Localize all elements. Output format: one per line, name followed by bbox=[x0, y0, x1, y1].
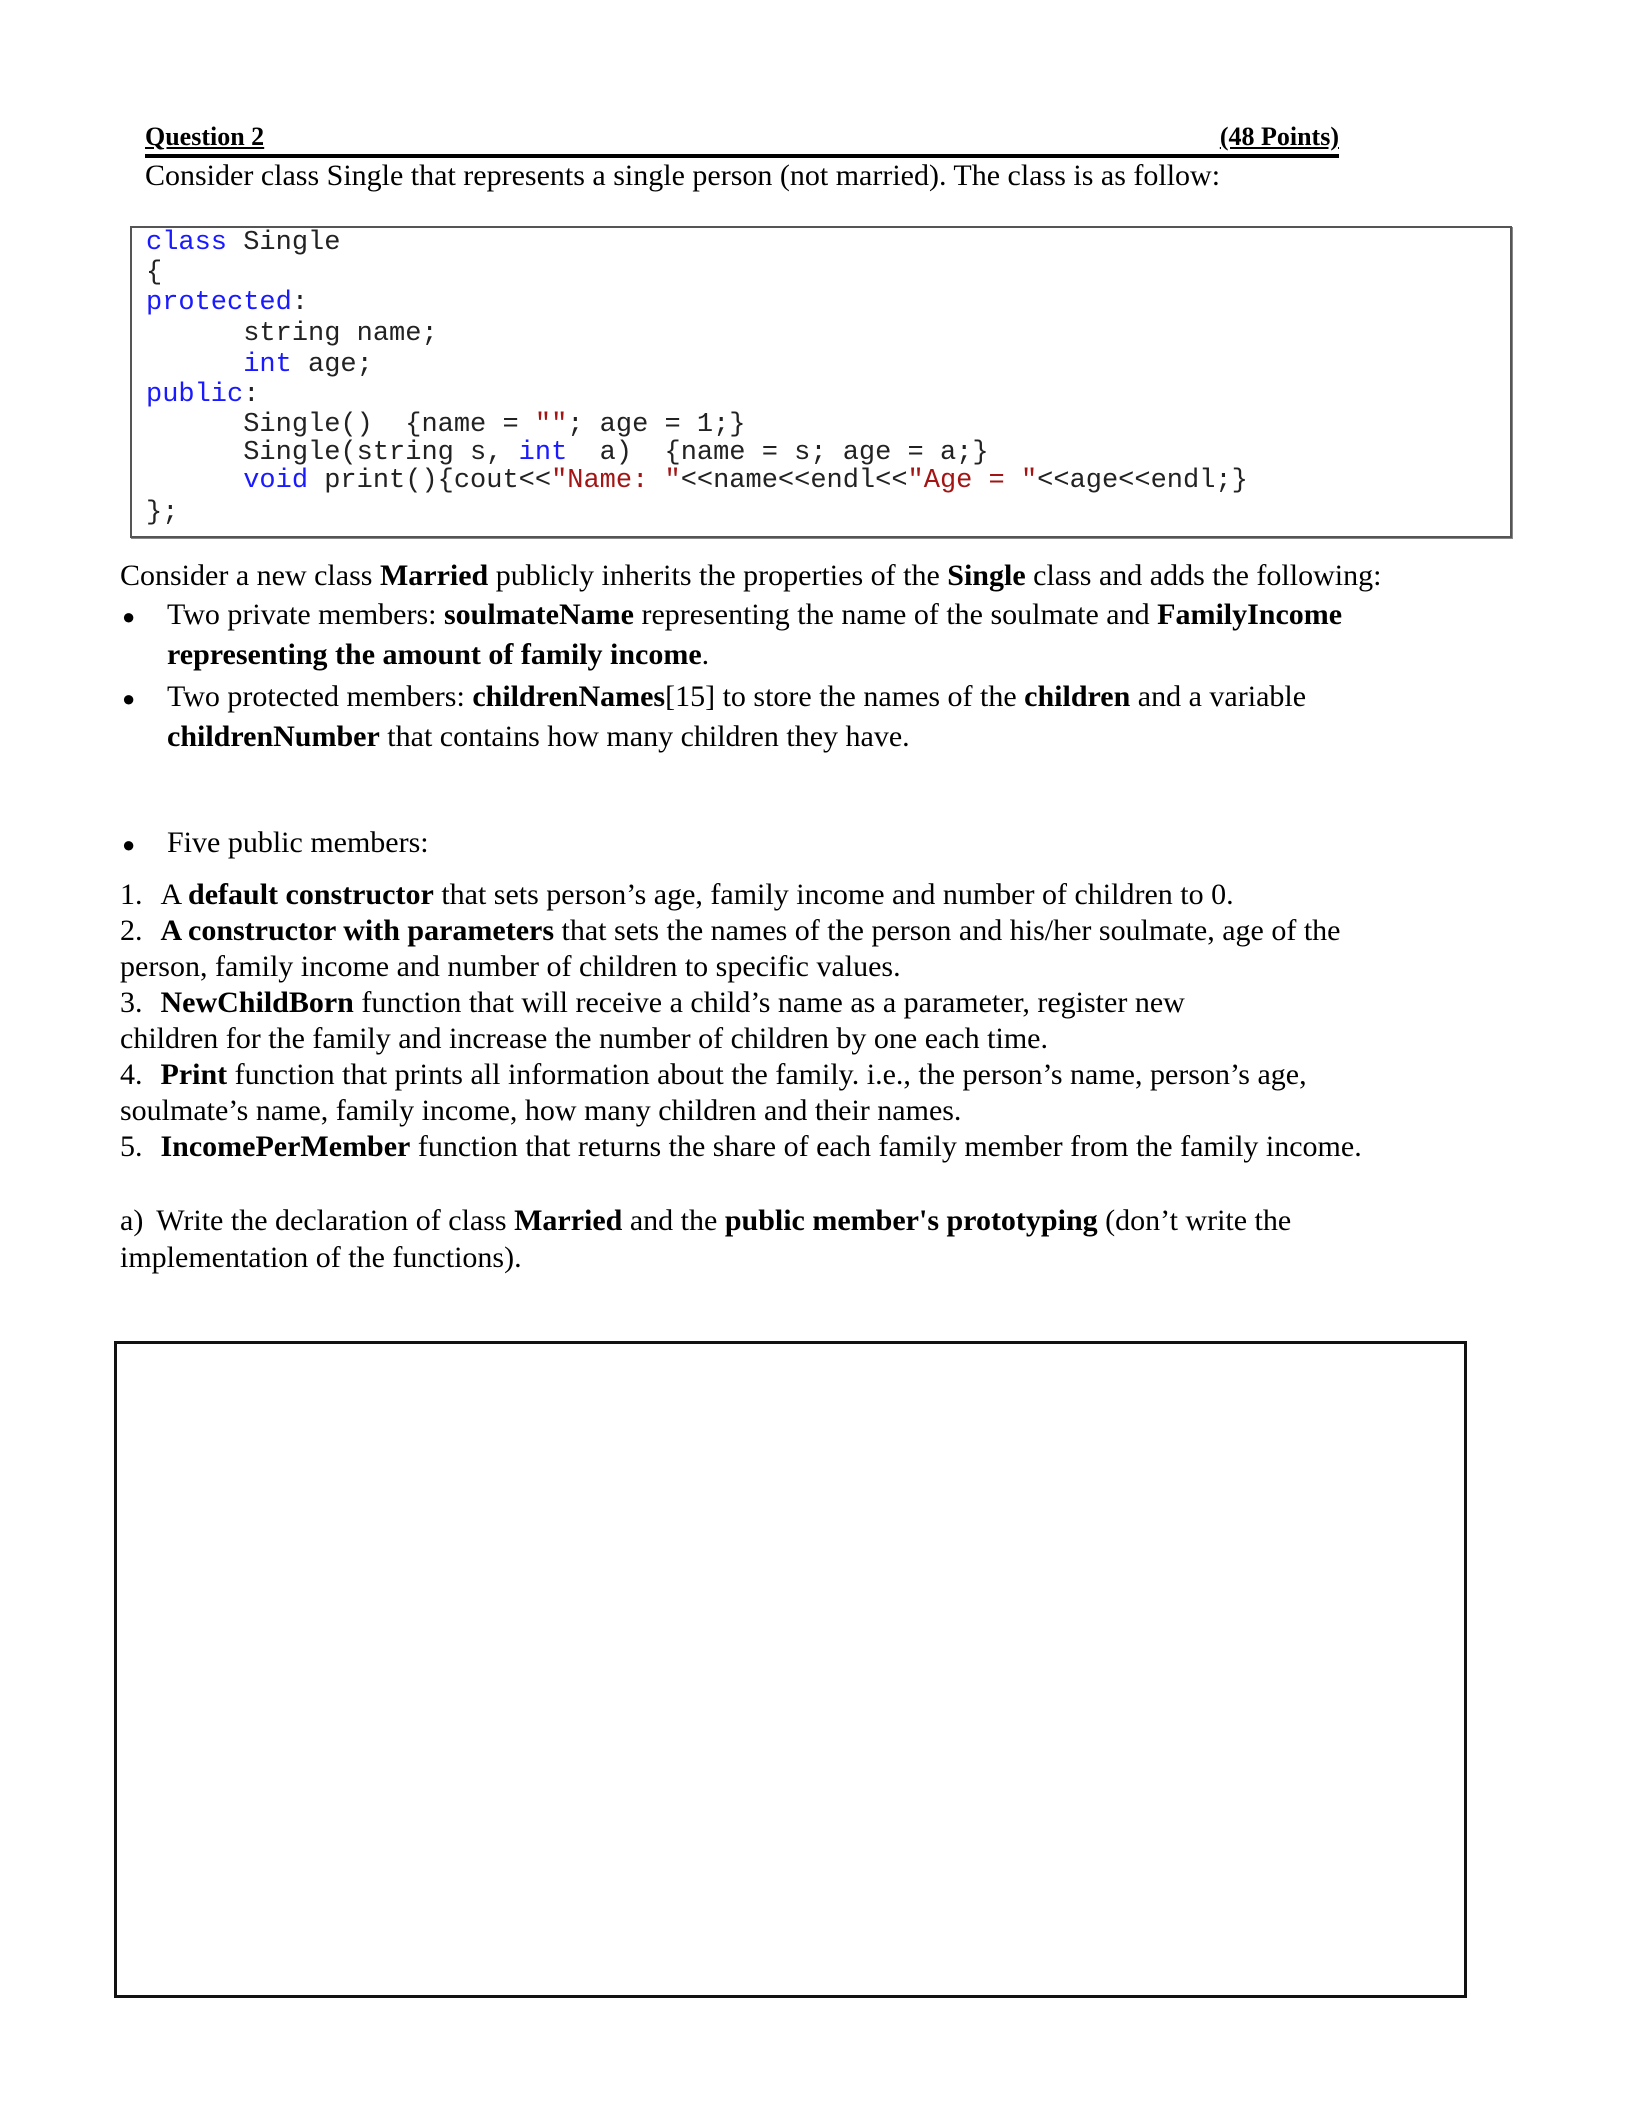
text-bold: default constructor bbox=[188, 878, 434, 911]
member-name: childrenNames bbox=[472, 680, 666, 713]
code-keyword: protected bbox=[146, 288, 292, 318]
intro-text: Consider class Single that represents a … bbox=[145, 159, 1221, 192]
member-name: soulmateName bbox=[444, 598, 634, 631]
bullet-icon: ● bbox=[122, 604, 136, 629]
text: and a variable bbox=[1130, 680, 1307, 713]
text: function that will receive a child’s nam… bbox=[353, 986, 1185, 1019]
class-name-single: Single bbox=[947, 559, 1026, 592]
text-bold: A constructor with parameters bbox=[160, 914, 555, 947]
item-print: 4. Print function that prints all informa… bbox=[120, 1057, 1307, 1093]
text-bold: Married bbox=[514, 1204, 623, 1237]
item-number: 4. bbox=[120, 1058, 143, 1091]
code-text: print(){cout<< bbox=[308, 466, 552, 496]
code-text: <<age<<endl;} bbox=[1037, 466, 1248, 496]
item-number: 3. bbox=[120, 986, 143, 1019]
text: Two private members: bbox=[167, 598, 444, 631]
item-param-constructor: 2. A constructor with parameters that set… bbox=[120, 913, 1340, 949]
code-text: age; bbox=[291, 350, 373, 380]
code-keyword: public bbox=[146, 380, 244, 410]
text: class and adds the following: bbox=[1025, 559, 1382, 592]
code-text: : bbox=[291, 288, 309, 318]
bullet-protected-line2: childrenNumber that contains how many ch… bbox=[167, 719, 910, 755]
code-text: : bbox=[243, 380, 260, 410]
item-income-per-member: 5. IncomePerMember function that returns … bbox=[120, 1129, 1362, 1165]
item-default-constructor: 1. A default constructor that sets person… bbox=[120, 877, 1234, 913]
code-line: int age; bbox=[146, 350, 373, 380]
text: and the bbox=[622, 1204, 725, 1237]
bullet-private-line1: Two private members: soulmateName repres… bbox=[167, 597, 1342, 633]
item-new-child-born: 3. NewChildBorn function that will receiv… bbox=[120, 985, 1185, 1021]
member-name: childrenNumber bbox=[167, 720, 380, 753]
text: that sets the names of the person and hi… bbox=[554, 914, 1341, 947]
class-name-married: Married bbox=[379, 559, 489, 592]
question-title: Question 2 bbox=[145, 122, 265, 151]
question-points: (48 Points) bbox=[1219, 122, 1339, 151]
task-a-line2: implementation of the functions). bbox=[120, 1241, 522, 1274]
code-line: public: bbox=[146, 380, 259, 410]
code-line: Single(string s, int a) {name = s; age =… bbox=[146, 438, 989, 468]
answer-box[interactable] bbox=[114, 1341, 1467, 1998]
code-text: ; age = 1;} bbox=[567, 410, 746, 440]
text: A bbox=[160, 878, 189, 911]
text: that contains how many children they hav… bbox=[379, 720, 910, 753]
code-line: Single() {name = ""; age = 1;} bbox=[146, 410, 746, 440]
text-bold: NewChildBorn bbox=[160, 986, 354, 1019]
text: function that prints all information abo… bbox=[227, 1058, 1307, 1091]
text: Write the declaration of class bbox=[149, 1204, 515, 1237]
task-label: a) bbox=[120, 1204, 144, 1237]
code-keyword: int bbox=[243, 350, 292, 380]
code-text: a) {name = s; age = a;} bbox=[567, 438, 989, 468]
code-keyword: int bbox=[518, 438, 568, 468]
text: (don’t write the bbox=[1097, 1204, 1292, 1237]
code-line: void print(){cout<<"Name: "<<name<<endl<… bbox=[146, 466, 1248, 496]
code-line: protected: bbox=[146, 288, 308, 318]
code-string: "Age = " bbox=[907, 466, 1038, 496]
text-bold: children bbox=[1024, 680, 1131, 713]
text: publicly inherits the properties of the bbox=[488, 559, 948, 592]
code-text: Single bbox=[227, 228, 341, 258]
bullet-icon: ● bbox=[122, 832, 136, 857]
task-a-line1: a) Write the declaration of class Marrie… bbox=[120, 1203, 1291, 1239]
code-string: "Name: " bbox=[551, 466, 681, 496]
code-line: class Single bbox=[146, 228, 340, 258]
code-line: string name; bbox=[146, 319, 438, 349]
item-number: 1. bbox=[120, 878, 143, 911]
text: function that returns the share of each … bbox=[410, 1130, 1362, 1163]
bullet-icon: ● bbox=[122, 686, 136, 711]
bullet-public: Five public members: bbox=[167, 826, 429, 859]
code-keyword: void bbox=[243, 466, 309, 496]
text-bold: IncomePerMember bbox=[160, 1130, 411, 1163]
member-name: FamilyIncome bbox=[1157, 598, 1343, 631]
text: Two protected members: bbox=[167, 680, 473, 713]
code-text: Single() {name = bbox=[146, 410, 535, 440]
item-print-line2: soulmate’s name, family income, how many… bbox=[120, 1094, 962, 1127]
inheritance-paragraph: Consider a new class Married publicly in… bbox=[120, 558, 1381, 594]
bullet-private-line2: representing the amount of family income… bbox=[167, 637, 709, 673]
question-header: Question 2 (48 Points) bbox=[145, 118, 1339, 158]
bullet-protected-line1: Two protected members: childrenNames[15]… bbox=[167, 679, 1306, 715]
text-bold: public member's prototyping bbox=[724, 1204, 1098, 1237]
text: . bbox=[701, 638, 710, 671]
text-bold: representing the amount of family income bbox=[167, 638, 702, 671]
code-text: <<name<<endl<< bbox=[680, 466, 908, 496]
text-bold: Print bbox=[160, 1058, 228, 1091]
text: [15] to store the names of the bbox=[665, 680, 1025, 713]
item-new-child-born-line2: children for the family and increase the… bbox=[120, 1022, 1048, 1055]
item-number: 5. bbox=[120, 1130, 143, 1163]
text: that sets person’s age, family income an… bbox=[433, 878, 1234, 911]
code-line: }; bbox=[146, 498, 179, 528]
code-string: "" bbox=[534, 410, 568, 440]
code-text: Single(string s, bbox=[146, 438, 519, 468]
item-number: 2. bbox=[120, 914, 143, 947]
code-block: class Single { protected: string name; i… bbox=[130, 226, 1512, 538]
text: Consider a new class bbox=[120, 559, 380, 592]
code-line: { bbox=[146, 258, 163, 288]
item-param-constructor-line2: person, family income and number of chil… bbox=[120, 950, 901, 983]
text: representing the name of the soulmate an… bbox=[633, 598, 1158, 631]
code-keyword: class bbox=[146, 228, 228, 258]
